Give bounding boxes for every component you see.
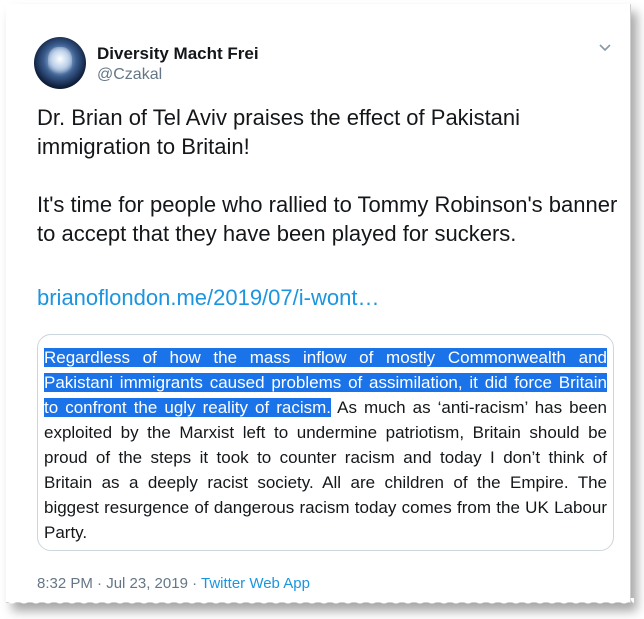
chevron-down-icon[interactable]	[596, 40, 614, 58]
source-link[interactable]: Twitter Web App	[201, 575, 310, 592]
tweet-text: Dr. Brian of Tel Aviv praises the effect…	[37, 103, 622, 248]
avatar-image	[48, 47, 72, 77]
avatar[interactable]	[34, 37, 86, 89]
link-preview-card[interactable]: Regardless of how the mass inflow of mos…	[37, 334, 614, 551]
display-name[interactable]: Diversity Macht Frei	[97, 44, 259, 64]
chevron-down-icon-glyph	[599, 44, 611, 52]
quote-rest-text: As much as ‘anti-racism’ has been exploi…	[44, 398, 607, 542]
quote-text: Regardless of how the mass inflow of mos…	[44, 345, 607, 545]
tweet-link[interactable]: brianoflondon.me/2019/07/i-wont…	[37, 285, 379, 311]
tweet-meta: 8:32 PM · Jul 23, 2019 · Twitter Web App	[37, 575, 310, 592]
user-handle[interactable]: @Czakal	[97, 66, 162, 84]
tweet-paragraph-2: It's time for people who rallied to Tomm…	[37, 192, 618, 246]
tweet-paragraph-1: Dr. Brian of Tel Aviv praises the effect…	[37, 105, 521, 159]
timestamp[interactable]: 8:32 PM · Jul 23, 2019 ·	[37, 575, 201, 592]
tweet-card: Diversity Macht Frei @Czakal Dr. Brian o…	[6, 4, 634, 608]
